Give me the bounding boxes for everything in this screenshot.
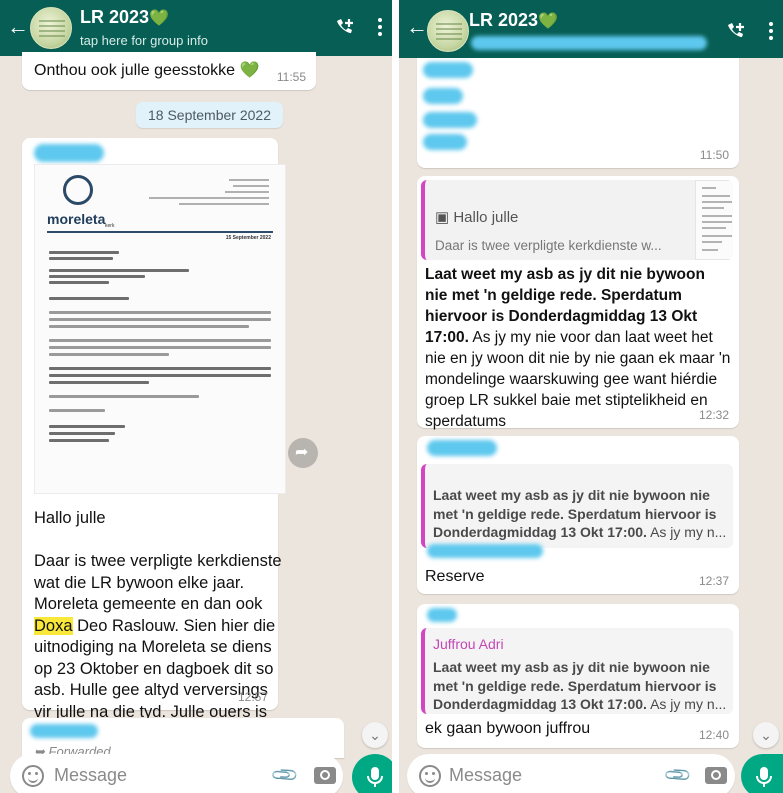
image-icon: ▣ — [435, 209, 454, 226]
message-input[interactable]: Message 📎 — [10, 754, 343, 793]
chat-header[interactable]: ← LR 2023💚 — [399, 0, 783, 58]
redacted-line — [423, 134, 467, 150]
message-text: Onthou ook julle geesstokke 💚 — [34, 62, 260, 79]
attach-icon[interactable]: 📎 — [270, 760, 300, 790]
quoted-message[interactable]: Juffrou Adri Laat weet my asb as jy dit … — [421, 628, 733, 714]
menu-dots-icon[interactable] — [376, 16, 384, 40]
message-text: Reserve — [425, 568, 485, 585]
green-heart-emoji: 💚 — [538, 13, 558, 30]
group-avatar[interactable] — [427, 10, 469, 52]
redacted-sender-name — [427, 608, 457, 622]
message-bubble-bywoon[interactable]: Juffrou Adri Laat weet my asb as jy dit … — [417, 604, 739, 748]
message-bubble-reply[interactable]: ▣ Hallo julle Daar is twee verpligte ker… — [417, 176, 739, 430]
quoted-message[interactable]: ▣ Hallo julle Daar is twee verpligte ker… — [421, 180, 733, 260]
emoji-icon[interactable] — [419, 765, 441, 787]
redacted-line — [423, 112, 477, 128]
redacted-sender-name — [427, 440, 497, 456]
quote-preview: Daar is twee verpligte kerkdienste w... — [435, 238, 662, 253]
screenshot-divider — [392, 0, 399, 793]
add-call-icon[interactable] — [332, 18, 356, 40]
emoji-icon[interactable] — [22, 765, 44, 787]
moreleta-logo — [63, 175, 93, 205]
quoted-message[interactable]: Laat weet my asb as jy dit nie bywoon ni… — [421, 464, 733, 548]
date-separator: 18 September 2022 — [136, 102, 283, 128]
mic-button[interactable] — [352, 754, 392, 793]
logo-subtitle: kerk — [105, 223, 115, 229]
message-bubble[interactable]: Onthou ook julle geesstokke 💚 11:55 — [22, 52, 316, 90]
letter-date: 15 September 2022 — [225, 235, 271, 241]
group-avatar[interactable] — [30, 7, 72, 49]
quote-thumbnail — [695, 180, 733, 260]
invitation-letter-image[interactable]: moreleta kerk 15 September 2022 — [34, 164, 286, 494]
redacted-sender-name — [30, 724, 98, 738]
highlighted-word: Doxa — [34, 616, 73, 635]
share-forward-icon[interactable] — [288, 438, 318, 468]
add-call-icon[interactable] — [723, 22, 747, 44]
quote-author: Juffrou Adri — [433, 636, 504, 652]
camera-icon[interactable] — [705, 767, 727, 784]
message-bubble-forwarded[interactable]: ➥ Forwarded — [22, 718, 344, 758]
message-time: 12:57 — [237, 690, 268, 704]
quote-title: ▣ Hallo julle — [435, 209, 519, 226]
logo-wordmark: moreleta — [47, 211, 106, 227]
message-bubble-reserve[interactable]: Laat weet my asb as jy dit nie bywoon ni… — [417, 436, 739, 594]
reply-message-text: Laat weet my asb as jy dit nie bywoon ni… — [425, 266, 731, 430]
group-title[interactable]: LR 2023💚 — [469, 10, 558, 31]
mic-icon — [756, 767, 772, 787]
group-title[interactable]: LR 2023💚 — [80, 7, 169, 28]
message-time: 11:55 — [276, 70, 306, 84]
message-text: ek gaan bywoon juffrou — [425, 720, 591, 737]
scroll-down-chevron-icon[interactable]: ⌄ — [362, 722, 388, 748]
chat-screen-right: ← LR 2023💚 11:50 ▣ Hallo julle Daar is t… — [399, 0, 783, 793]
mic-button[interactable] — [741, 754, 783, 793]
message-placeholder: Message — [449, 765, 523, 785]
mic-icon — [367, 767, 383, 787]
message-time: 12:40 — [698, 728, 729, 742]
message-time: 11:50 — [699, 148, 729, 162]
redacted-subtitle — [471, 36, 707, 50]
camera-icon[interactable] — [314, 767, 336, 784]
message-time: 12:32 — [698, 408, 729, 422]
message-bubble[interactable]: 11:50 — [417, 58, 739, 168]
chat-header[interactable]: ← LR 2023💚 tap here for group info — [0, 0, 392, 56]
back-arrow-icon[interactable]: ← — [405, 15, 429, 39]
menu-dots-icon[interactable] — [767, 20, 775, 44]
redacted-line — [427, 544, 543, 558]
redacted-line — [423, 88, 463, 104]
green-heart-emoji: 💚 — [149, 10, 169, 27]
message-time: 12:37 — [698, 574, 729, 588]
scroll-down-chevron-icon[interactable]: ⌄ — [753, 722, 779, 748]
message-input[interactable]: Message 📎 — [407, 754, 735, 793]
message-bubble-invitation[interactable]: moreleta kerk 15 September 2022 Hallo ju… — [22, 138, 286, 764]
attach-icon[interactable]: 📎 — [663, 760, 693, 790]
group-info-hint[interactable]: tap here for group info — [80, 33, 208, 48]
back-arrow-icon[interactable]: ← — [6, 15, 30, 39]
redacted-line — [423, 62, 473, 78]
green-heart-emoji: 💚 — [239, 62, 260, 79]
message-placeholder: Message — [54, 765, 128, 785]
quote-text: Laat weet my asb as jy dit nie bywoon ni… — [433, 659, 727, 712]
redacted-sender-name — [34, 144, 104, 162]
quote-text: Laat weet my asb as jy dit nie bywoon ni… — [433, 487, 727, 540]
chat-screen-left: ← LR 2023💚 tap here for group info Ontho… — [0, 0, 392, 793]
